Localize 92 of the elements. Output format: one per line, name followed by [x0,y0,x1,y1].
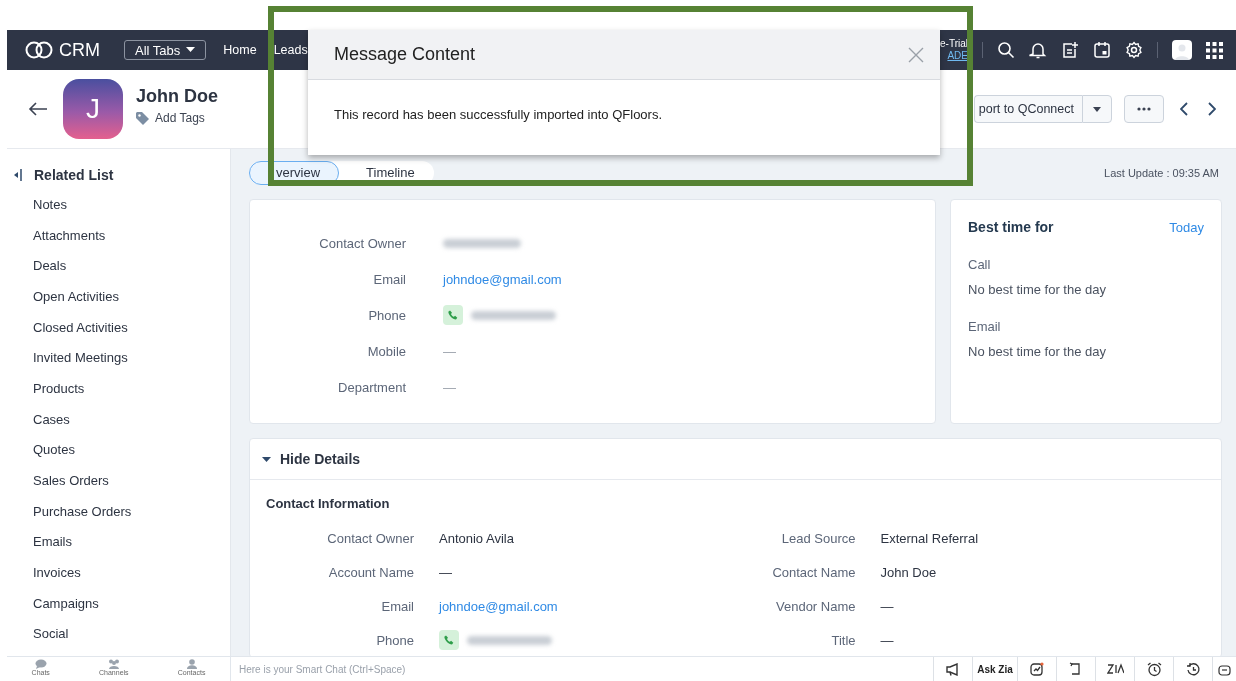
megaphone-icon[interactable] [945,662,961,676]
add-tags-link[interactable]: Add Tags [136,111,218,125]
more-icon [1137,107,1151,111]
export-button[interactable]: port to QConnect [973,95,1082,123]
field-value: — [880,632,894,648]
search-icon[interactable] [997,41,1015,59]
person-icon [184,659,199,669]
email-link[interactable]: johndoe@gmail.com [443,271,562,287]
upgrade-link[interactable]: ADE [947,50,968,62]
caret-icon [1093,106,1101,112]
all-tabs-button[interactable]: All Tabs [124,40,207,60]
field-value: — [443,343,456,359]
sidebar-item[interactable]: Sales Orders [7,472,230,503]
collapse-icon[interactable] [14,169,22,181]
best-time-text: No best time for the day [968,282,1107,297]
nav-link[interactable]: Home [223,43,257,57]
dialog-message: This record has been successfully imported into QFloors. [334,107,663,122]
history-icon[interactable] [1185,661,1201,677]
sidebar-item[interactable]: Social [7,625,230,657]
field-label: Email [380,598,414,614]
field-label: Vendor Name [775,598,856,614]
field-label: Lead Source [780,530,856,546]
best-time-text: No best time for the day [968,344,1107,359]
sidebar-item[interactable]: Cases [7,410,230,442]
calendar-icon[interactable] [1093,41,1111,59]
email-link[interactable]: johndoe@gmail.com [439,598,558,614]
avatar-icon[interactable] [1172,40,1192,60]
sidebar-title: Related List [34,167,114,183]
channel-label: Call [968,257,992,272]
nav-link[interactable]: Leads [273,43,308,57]
sidebar-item[interactable]: Invoices [7,564,230,595]
back-arrow-icon[interactable] [28,102,48,116]
sidebar-item[interactable]: Quotes [7,441,230,473]
sidebar-item[interactable]: Purchase Orders [7,502,230,534]
hide-details-toggle[interactable]: Hide Details [280,451,361,467]
zia-logo-icon[interactable] [1106,663,1124,675]
phone-icon[interactable] [439,630,459,650]
next-icon[interactable] [1208,102,1216,116]
sidebar-item[interactable]: Open Activities [7,288,230,319]
field-label: Phone [367,307,406,323]
field-label: Mobile [366,343,406,359]
field-value: John Doe [880,564,937,580]
sidebar-item[interactable]: Products [7,380,230,411]
chart-icon[interactable] [1030,662,1044,676]
card-title: Best time for [968,219,1054,235]
sidebar-item[interactable]: Attachments [7,226,230,258]
field-value: Antonio Avila [439,530,514,546]
trial-label: e-Trial [940,38,968,50]
field-label: Department [337,379,406,395]
sidebar-item[interactable]: Closed Activities [7,318,230,350]
field-value: External Referral [880,530,979,546]
field-label: Contact Name [771,564,856,580]
field-label: Account Name [327,564,414,580]
caret-icon[interactable] [262,454,271,464]
caret-icon [186,47,196,53]
bell-icon[interactable] [1029,41,1047,59]
contact-avatar: J [63,79,123,139]
alarm-clock-icon[interactable] [1146,661,1162,677]
settings-icon[interactable] [1125,41,1143,59]
logo-icon [24,41,54,59]
field-value: — [439,564,452,580]
sidebar-item[interactable]: Invited Meetings [7,349,230,381]
field-value: — [880,598,894,614]
field-value: — [443,379,456,395]
last-update-text: Last Update : 09:35 AM [1104,167,1220,179]
smart-chat-field[interactable]: Here is your Smart Chat (Ctrl+Space) [231,657,933,681]
field-label: Email [372,271,406,287]
section-title: Contact Information [266,496,391,511]
people-icon [106,659,121,669]
tab[interactable]: Timeline [339,161,434,185]
tag-icon [136,111,149,125]
dropdown-button[interactable] [1082,95,1112,123]
phone-icon[interactable] [443,305,463,325]
sidebar-item[interactable]: Campaigns [7,594,230,626]
field-label: Phone [375,632,414,648]
ask-zia-button[interactable]: Ask Zia [972,657,1017,681]
chat-icon [33,659,48,669]
previous-icon[interactable] [1180,102,1188,116]
sidebar-item[interactable]: Deals [7,257,230,288]
sidebar-item[interactable]: Emails [7,533,230,565]
field-label: Contact Owner [318,235,406,251]
field-label: Title [830,632,856,648]
note-add-icon[interactable] [1061,41,1079,59]
app-name: CRM [59,39,100,61]
field-label: Contact Owner [326,530,414,546]
bot-icon[interactable] [1218,662,1231,676]
contact-name: John Doe [136,86,218,107]
sidebar-item[interactable]: Notes [7,196,230,227]
today-link[interactable]: Today [1169,219,1204,235]
dialog-title: Message Content [334,44,476,65]
channel-label: Email [968,319,1002,334]
apps-grid-icon[interactable] [1206,41,1223,59]
